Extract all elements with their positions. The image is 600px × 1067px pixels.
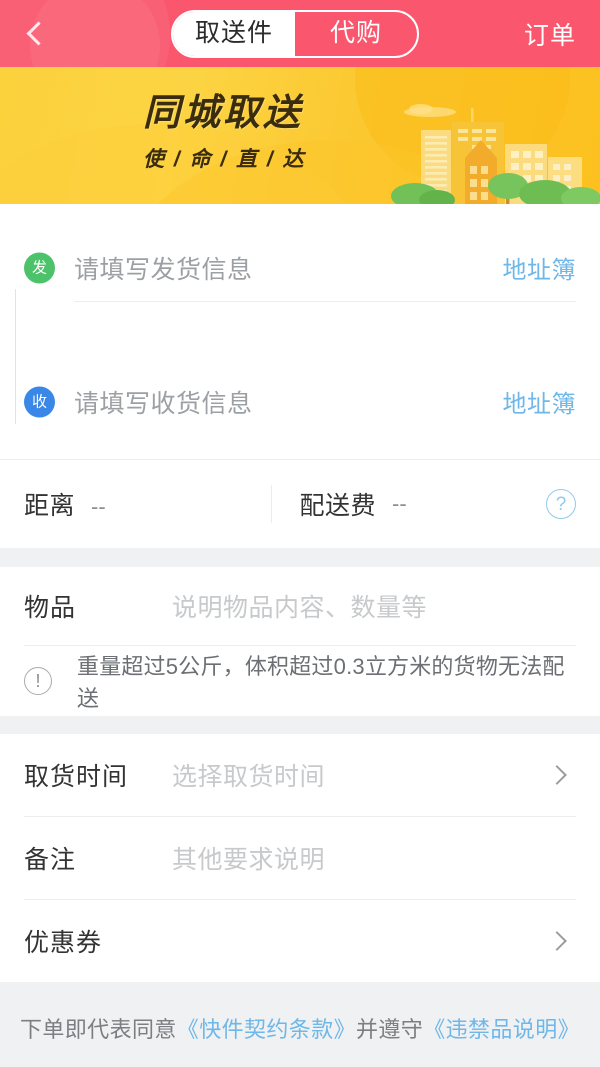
app-header: 取送件 代购 订单: [0, 0, 600, 67]
prohibited-items-link[interactable]: 《违禁品说明》: [423, 1017, 580, 1042]
pickup-time-label: 取货时间: [24, 763, 129, 791]
receiver-address-placeholder[interactable]: 请填写收货信息: [74, 384, 503, 420]
receiver-badge-icon: 收: [24, 386, 55, 417]
banner-text-group: 同城取送 使 / 命 / 直 / 达: [143, 92, 306, 173]
city-skyline-icon: [391, 104, 600, 204]
remark-input[interactable]: 其他要求说明: [172, 840, 576, 876]
sender-address-row[interactable]: 发 请填写发货信息 地址簿: [24, 234, 576, 301]
agreement-footer: 下单即代表同意《快件契约条款》并遵守《违禁品说明》: [0, 982, 600, 1067]
mode-segmented-control[interactable]: 取送件 代购: [170, 9, 419, 58]
goods-label: 物品: [24, 594, 77, 622]
tab-pickup-delivery[interactable]: 取送件: [172, 11, 295, 56]
banner-subtitle: 使 / 命 / 直 / 达: [143, 147, 306, 171]
chevron-right-icon[interactable]: [547, 765, 567, 785]
coupon-row[interactable]: 优惠券: [0, 900, 600, 982]
pickup-time-row[interactable]: 取货时间 选择取货时间: [0, 734, 600, 816]
chevron-left-icon: [26, 21, 51, 46]
weight-warning-row: ! 重量超过5公斤，体积超过0.3立方米的货物无法配送: [0, 646, 600, 716]
chevron-right-icon[interactable]: [547, 931, 567, 951]
section-gap-2: [0, 716, 600, 734]
agreement-text: 下单即代表同意《快件契约条款》并遵守《违禁品说明》: [20, 1012, 580, 1067]
contract-terms-link[interactable]: 《快件契约条款》: [177, 1017, 356, 1042]
receiver-address-book-link[interactable]: 地址簿: [503, 384, 577, 419]
delivery-fee-label: 配送费: [299, 492, 377, 520]
distance-value: --: [91, 494, 106, 519]
weight-warning-text: 重量超过5公斤，体积超过0.3立方米的货物无法配送: [77, 654, 565, 711]
distance-cell: 距离 --: [24, 486, 271, 522]
coupon-label: 优惠券: [24, 929, 103, 957]
section-gap: [0, 548, 600, 567]
back-button[interactable]: [24, 11, 66, 57]
distance-label: 距离: [24, 492, 76, 520]
banner-title: 同城取送: [143, 92, 303, 133]
orders-button[interactable]: 订单: [524, 16, 576, 52]
sender-badge-icon: 发: [24, 252, 55, 283]
distance-fee-row: 距离 -- 配送费 -- ?: [0, 460, 600, 548]
question-mark-icon[interactable]: ?: [546, 489, 576, 519]
goods-card: 物品 说明物品内容、数量等 ! 重量超过5公斤，体积超过0.3立方米的货物无法配…: [0, 567, 600, 716]
delivery-fee-cell: 配送费 --: [270, 485, 547, 523]
orders-button-label: 订单: [523, 21, 576, 50]
promo-banner[interactable]: 同城取送 使 / 命 / 直 / 达: [0, 67, 600, 204]
goods-input[interactable]: 说明物品内容、数量等: [172, 588, 576, 624]
pickup-time-value[interactable]: 选择取货时间: [172, 757, 550, 793]
tab-purchase-agent-label: 代购: [329, 19, 382, 47]
sender-address-placeholder[interactable]: 请填写发货信息: [74, 250, 503, 286]
agreement-middle: 并遵守: [356, 1017, 424, 1042]
tab-purchase-agent[interactable]: 代购: [295, 12, 417, 56]
receiver-address-row[interactable]: 收 请填写收货信息 地址簿: [24, 368, 576, 435]
delivery-fee-value: --: [392, 491, 407, 516]
remark-row[interactable]: 备注 其他要求说明: [0, 817, 600, 899]
route-connector-line: [15, 289, 16, 424]
app-screen: 取送件 代购 订单 同城取送 使 / 命 / 直 / 达 发 请填写发货信息 地…: [0, 0, 600, 1067]
goods-row[interactable]: 物品 说明物品内容、数量等: [0, 567, 600, 645]
exclamation-circle-icon: !: [24, 667, 52, 695]
address-block: 发 请填写发货信息 地址簿 收 请填写收货信息 地址簿: [0, 234, 600, 435]
address-spacer: [24, 302, 576, 368]
tab-pickup-delivery-label: 取送件: [194, 19, 273, 47]
options-card: 取货时间 选择取货时间 备注 其他要求说明 优惠券: [0, 734, 600, 982]
agreement-prefix: 下单即代表同意: [19, 1017, 177, 1042]
remark-label: 备注: [24, 846, 77, 874]
address-card: 发 请填写发货信息 地址簿 收 请填写收货信息 地址簿 距离 -- 配送费 --: [0, 204, 600, 548]
sender-address-book-link[interactable]: 地址簿: [503, 250, 577, 285]
